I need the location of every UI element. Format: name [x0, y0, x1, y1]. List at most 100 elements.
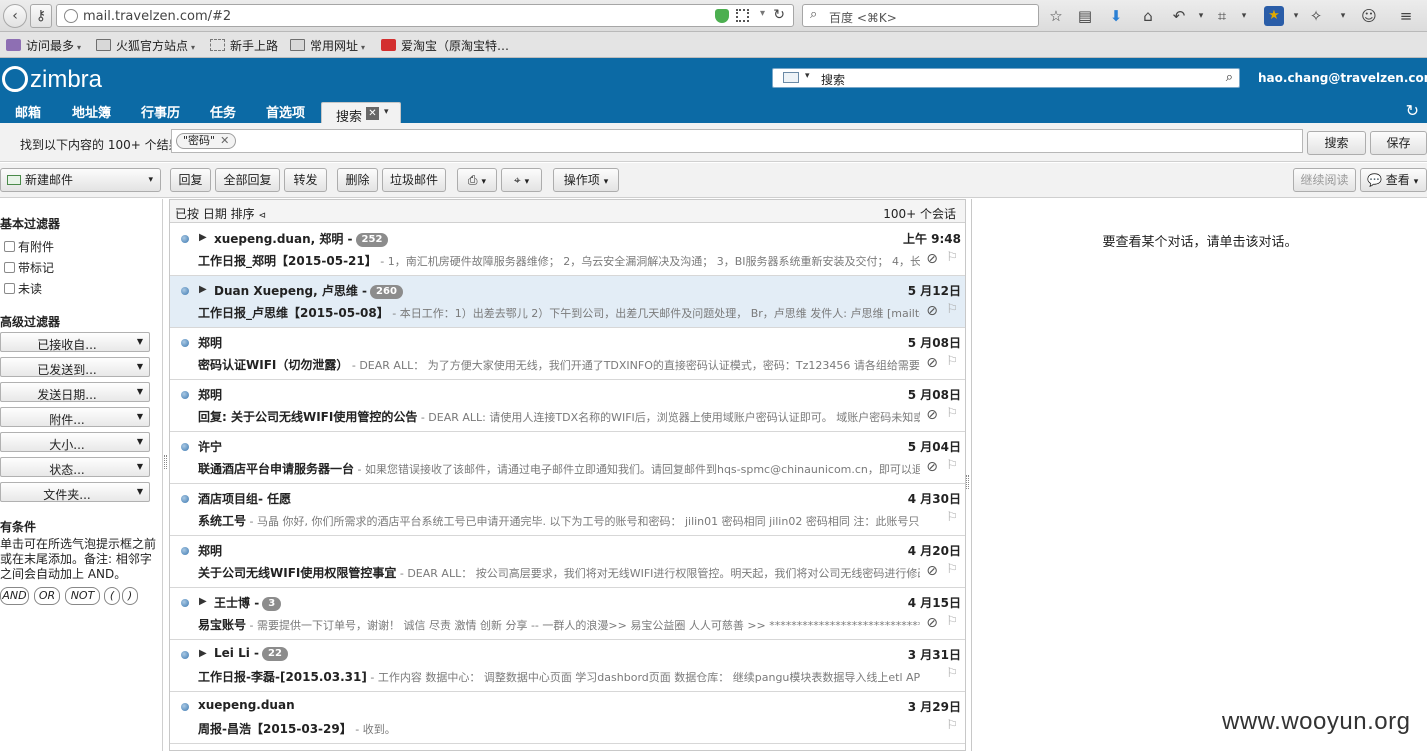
chevron-down-icon[interactable]: ▾	[148, 169, 153, 191]
crop-dropdown-icon[interactable]: ▾	[1234, 6, 1254, 26]
reload-icon[interactable]: ↻	[773, 7, 785, 23]
flag-icon[interactable]: ⚐	[946, 666, 958, 681]
tab-mail[interactable]: 邮箱	[15, 102, 41, 121]
checkbox[interactable]	[4, 241, 15, 252]
zimbra-logo[interactable]: zimbra	[2, 66, 102, 94]
filter-attachment[interactable]: 附件... ▼	[0, 407, 150, 427]
bookmark-most-visited[interactable]: 访问最多 ▾	[6, 37, 81, 54]
key-icon[interactable]: ⚷	[30, 4, 52, 28]
unread-dot-icon[interactable]	[181, 235, 189, 243]
expand-thread-icon[interactable]: ▶	[199, 232, 207, 243]
table-row[interactable]: ▶ Duan Xuepeng, 卢思维 -260 5 月12日 工作日报_卢思维【20…	[170, 276, 965, 328]
tab-contacts[interactable]: 地址簿	[72, 102, 111, 121]
table-row[interactable]: 郑明 4 月20日 关于公司无线WIFI使用权限管控事宜 - DEAR ALL： 按…	[170, 536, 965, 588]
flag-icon[interactable]: ⚐	[946, 718, 958, 733]
filter-status[interactable]: 状态... ▼	[0, 457, 150, 477]
unread-dot-icon[interactable]	[181, 495, 189, 503]
bird-dropdown-icon[interactable]: ▾	[1333, 6, 1353, 26]
op-and[interactable]: AND	[0, 587, 29, 605]
refresh-icon[interactable]: ↻	[1406, 101, 1419, 120]
search-term-bubble[interactable]: "密码" ✕	[176, 133, 237, 149]
right-splitter-handle[interactable]	[966, 475, 969, 489]
table-row[interactable]: ▶ 王士博 -3 4 月15日 易宝账号 - 需要提供一下订单号，谢谢！ 诚信 尽责 …	[170, 588, 965, 640]
table-row[interactable]: 许宁 5 月04日 联通酒店平台申请服务器一台 - 如果您错误接收了该邮件，请通过电…	[170, 432, 965, 484]
bookmark-taobao[interactable]: 爱淘宝（原淘宝特…	[381, 37, 509, 54]
reply-button[interactable]: 回复	[170, 168, 211, 192]
undo-icon[interactable]: ↶	[1169, 6, 1189, 26]
flag-icon[interactable]: ⚐	[946, 250, 958, 265]
close-icon[interactable]: ✕	[366, 107, 379, 120]
expand-thread-icon[interactable]: ▶	[199, 596, 207, 607]
op-not[interactable]: NOT	[65, 587, 100, 605]
extension-dropdown-icon[interactable]: ▾	[1286, 6, 1306, 26]
bookmark-getting-started[interactable]: 新手上路	[210, 37, 278, 54]
extension-icon[interactable]: ★	[1264, 6, 1284, 26]
filter-date[interactable]: 发送日期... ▼	[0, 382, 150, 402]
filter-received-from[interactable]: 已接收自... ▼	[0, 332, 150, 352]
url-text[interactable]: mail.travelzen.com/#2	[83, 9, 231, 24]
browser-search-field[interactable]: ⌕ 百度 <⌘K>	[802, 4, 1039, 27]
table-row[interactable]: 郑明 5 月08日 密码认证WIFI（切勿泄露） - DEAR ALL： 为了方便大…	[170, 328, 965, 380]
op-or[interactable]: OR	[34, 587, 60, 605]
flag-icon[interactable]: ⚐	[946, 458, 958, 473]
flag-icon[interactable]: ⚐	[946, 614, 958, 629]
url-dropdown-icon[interactable]: ▾	[760, 8, 765, 19]
op-close-paren[interactable]: )	[122, 587, 138, 605]
reader-icon[interactable]: ▤	[1075, 6, 1095, 26]
table-row[interactable]: xuepeng.duan 3 月29日 周报-昌浩【2015-03-29】 - 收到…	[170, 692, 965, 744]
filter-folder[interactable]: 文件夹... ▼	[0, 482, 150, 502]
unread-dot-icon[interactable]	[181, 651, 189, 659]
tab-calendar[interactable]: 行事历	[141, 102, 180, 121]
sort-control[interactable]: 已按 日期 排序 ⊲	[175, 205, 266, 222]
crop-icon[interactable]: ⌗	[1212, 6, 1232, 26]
shield-icon[interactable]	[715, 9, 729, 23]
flag-icon[interactable]: ⚐	[946, 510, 958, 525]
table-row[interactable]: 酒店项目组- 任愿 4 月30日 系统工号 - 马晶 你好, 你们所需求的酒店平台系…	[170, 484, 965, 536]
save-search-button[interactable]: 保存	[1370, 131, 1427, 155]
checkbox[interactable]	[4, 262, 15, 273]
flag-icon[interactable]: ⚐	[946, 302, 958, 317]
unread-dot-icon[interactable]	[181, 443, 189, 451]
junk-button[interactable]: 垃圾邮件	[382, 168, 446, 192]
checkbox[interactable]	[4, 283, 15, 294]
tag-button[interactable]: ⌖ ▾	[501, 168, 542, 192]
filter-has-attachment[interactable]: 有附件	[4, 238, 54, 255]
actions-button[interactable]: 操作项 ▾	[553, 168, 619, 192]
flag-icon[interactable]: ⚐	[946, 354, 958, 369]
filter-unread[interactable]: 未读	[4, 280, 42, 297]
chat-icon[interactable]: ☺	[1359, 6, 1379, 26]
search-button[interactable]: 搜索	[1307, 131, 1366, 155]
reply-all-button[interactable]: 全部回复	[215, 168, 280, 192]
op-open-paren[interactable]: (	[104, 587, 120, 605]
unread-dot-icon[interactable]	[181, 287, 189, 295]
expand-thread-icon[interactable]: ▶	[199, 284, 207, 295]
qr-icon[interactable]	[736, 9, 749, 22]
tab-search[interactable]: 搜索 ✕ ▾	[321, 102, 401, 125]
filter-flagged[interactable]: 带标记	[4, 259, 54, 276]
tab-tasks[interactable]: 任务	[210, 102, 236, 121]
search-type-dropdown-icon[interactable]: ▾	[805, 71, 810, 81]
back-icon[interactable]: ‹	[3, 4, 27, 28]
continue-reading-button[interactable]: 继续阅读	[1293, 168, 1356, 192]
filter-sent-to[interactable]: 已发送到... ▼	[0, 357, 150, 377]
unread-dot-icon[interactable]	[181, 703, 189, 711]
new-mail-button[interactable]: 新建邮件 ▾	[0, 168, 161, 192]
remove-term-icon[interactable]: ✕	[220, 134, 229, 147]
chevron-down-icon[interactable]: ▾	[384, 107, 389, 117]
delete-button[interactable]: 删除	[337, 168, 378, 192]
search-icon[interactable]: ⌕	[1226, 70, 1233, 85]
url-bar[interactable]: mail.travelzen.com/#2 ▾ ↻	[56, 4, 794, 27]
forward-button[interactable]: 转发	[284, 168, 327, 192]
filter-size[interactable]: 大小... ▼	[0, 432, 150, 452]
zimbra-search-value[interactable]: 搜索	[821, 71, 845, 88]
search-query-field[interactable]: "密码" ✕	[171, 129, 1303, 153]
user-menu[interactable]: hao.chang@travelzen.com ▾	[1258, 71, 1427, 85]
unread-dot-icon[interactable]	[181, 391, 189, 399]
left-splitter-handle[interactable]	[164, 455, 167, 469]
bird-icon[interactable]: ✧	[1306, 6, 1326, 26]
zimbra-search-field[interactable]: ▾ 搜索 ⌕	[772, 68, 1240, 88]
tab-preferences[interactable]: 首选项	[266, 102, 305, 121]
expand-thread-icon[interactable]: ▶	[199, 648, 207, 659]
unread-dot-icon[interactable]	[181, 547, 189, 555]
home-icon[interactable]: ⌂	[1138, 6, 1158, 26]
